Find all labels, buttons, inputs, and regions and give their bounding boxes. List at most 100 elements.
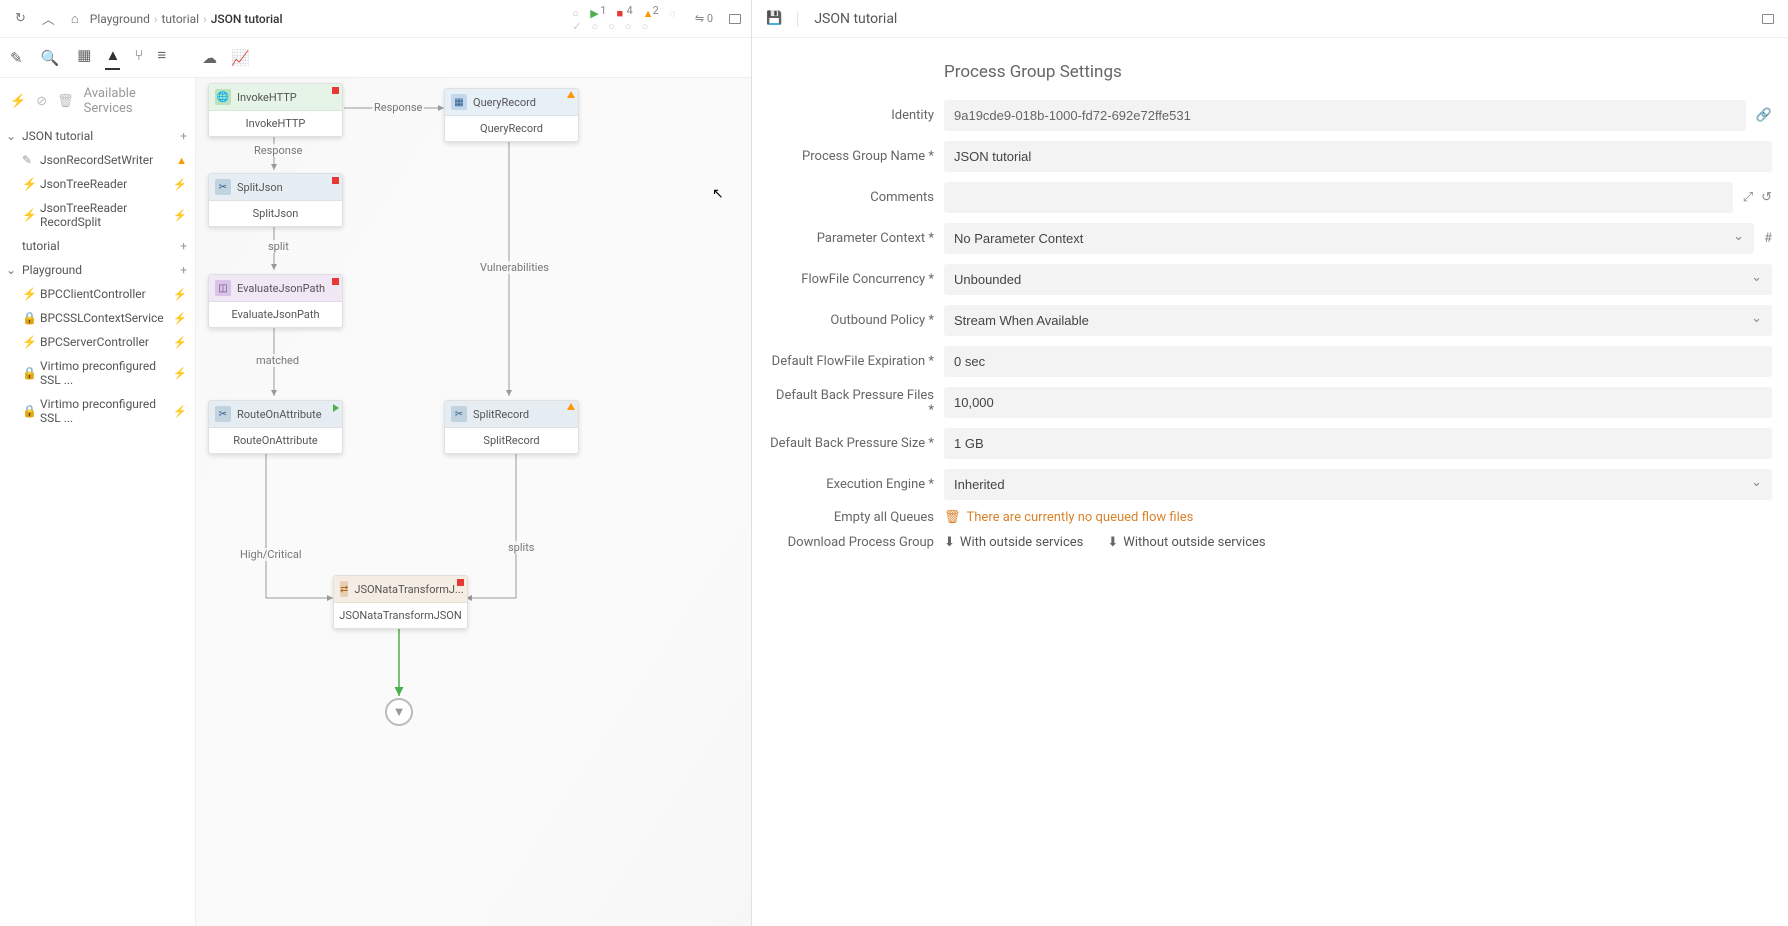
reset-icon[interactable]: ↺ <box>1761 190 1772 205</box>
label: Comments <box>768 190 934 205</box>
node-title: QueryRecord <box>473 96 536 109</box>
paramctx-select[interactable] <box>944 223 1754 254</box>
node-evaljsonpath[interactable]: ◫EvaluateJsonPath EvaluateJsonPath <box>208 274 343 328</box>
download-icon: ⬇ <box>1107 535 1118 550</box>
edit-icon[interactable]: ✎ <box>10 49 23 67</box>
stop-count: 4 <box>626 4 632 17</box>
table-icon[interactable]: ▦ <box>77 46 91 70</box>
row-download: Download Process Group ⬇With outside ser… <box>768 535 1772 550</box>
disable-icon[interactable]: ⊘ <box>36 94 47 109</box>
plus-icon[interactable]: + <box>180 263 187 277</box>
tree-item[interactable]: ⚡ BPCServerController ⚡ <box>0 330 195 354</box>
comments-input[interactable] <box>944 182 1733 213</box>
dim-icon: ✓ <box>572 20 581 33</box>
identity-input[interactable] <box>944 100 1746 131</box>
bolt-icon: ⚡ <box>22 287 34 301</box>
tree-item[interactable]: ⚡ JsonTreeReader RecordSplit ⚡ <box>0 196 195 234</box>
expand-icon[interactable]: ⤢ <box>1743 190 1753 205</box>
link-icon[interactable]: 🔗 <box>1756 108 1772 123</box>
node-queryrecord[interactable]: ▦ QueryRecord QueryRecord <box>444 88 579 142</box>
row-comments: Comments ⤢ ↺ <box>768 182 1772 213</box>
crumb-root[interactable]: Playground <box>90 12 150 26</box>
chevron-right-icon: › <box>203 12 207 26</box>
bolt-icon: ⚡ <box>173 405 187 418</box>
tree-item[interactable]: ⚡ JsonTreeReader ⚡ <box>0 172 195 196</box>
expiration-input[interactable] <box>944 346 1772 377</box>
label: Default Back Pressure Files <box>768 388 934 418</box>
breadcrumb: Playground › tutorial › JSON tutorial <box>90 12 283 26</box>
label: Outbound Policy <box>768 313 934 328</box>
download-with-link[interactable]: ⬇With outside services <box>944 535 1083 550</box>
tree-item[interactable]: 🔒 Virtimo preconfigured SSL ... ⚡ <box>0 392 195 430</box>
bolt-icon: ⚡ <box>22 177 34 191</box>
tree-group-json[interactable]: ⌄ JSON tutorial + <box>0 124 195 148</box>
play-icon: ▶ <box>590 7 598 15</box>
edge-label: Vulnerabilities <box>478 261 551 274</box>
crumb-mid[interactable]: tutorial <box>161 12 199 26</box>
tree-item[interactable]: 🔒 BPCSSLContextService ⚡ <box>0 306 195 330</box>
right-header: 💾 │ JSON tutorial <box>752 0 1788 38</box>
node-invokehttp[interactable]: 🌐InvokeHTTP InvokeHTTP <box>208 83 343 137</box>
node-body: JSONataTransformJSON <box>334 603 467 628</box>
node-splitjson[interactable]: ✂SplitJson SplitJson <box>208 173 343 227</box>
bolt-icon: ⚡ <box>173 336 187 349</box>
name-input[interactable] <box>944 141 1772 172</box>
trash-icon[interactable]: 🗑 <box>57 94 74 109</box>
node-jsonata[interactable]: ⇄JSONataTransformJ... JSONataTransformJS… <box>333 575 468 629</box>
crumb-leaf[interactable]: JSON tutorial <box>211 12 283 26</box>
toolbar: ✎ 🔍 ▦ ▲ ⑂ ≡ ☁ 📈 <box>0 38 751 78</box>
row-bpsize: Default Back Pressure Size <box>768 428 1772 459</box>
search-icon[interactable]: 🔍 <box>41 49 60 67</box>
sidebar-header: ⚡ ⊘ 🗑 Available Services <box>0 78 195 124</box>
cursor-icon: ↖ <box>712 186 724 202</box>
node-routeonattr[interactable]: ✂RouteOnAttribute RouteOnAttribute <box>208 400 343 454</box>
download-without-link[interactable]: ⬇Without outside services <box>1107 535 1265 550</box>
section-title: Process Group Settings <box>944 62 1772 82</box>
home-icon[interactable]: ⌂ <box>66 8 84 30</box>
node-splitrecord[interactable]: ✂SplitRecord SplitRecord <box>444 400 579 454</box>
tree-item[interactable]: ⚡ BPCClientController ⚡ <box>0 282 195 306</box>
canvas[interactable]: 🌐InvokeHTTP InvokeHTTP ▦ QueryRecord Quer… <box>196 78 751 926</box>
funnel-icon[interactable]: ▼ <box>385 698 413 726</box>
edge-label: splits <box>506 541 536 554</box>
tree-label: BPCServerController <box>40 335 149 349</box>
refresh-icon[interactable]: ↻ <box>10 8 31 29</box>
node-body: QueryRecord <box>445 116 578 141</box>
engine-select[interactable] <box>944 469 1772 500</box>
save-icon[interactable]: 💾 <box>766 11 782 26</box>
plus-icon[interactable]: + <box>180 129 187 143</box>
cloud-icon[interactable]: ☁ <box>202 49 217 67</box>
edge-label: matched <box>254 354 301 367</box>
tree-item[interactable]: 🔒 Virtimo preconfigured SSL ... ⚡ <box>0 354 195 392</box>
stop-icon <box>332 87 339 94</box>
up-icon[interactable]: ︿ <box>37 6 60 31</box>
node-title: SplitRecord <box>473 408 529 421</box>
bolt-icon: ⚡ <box>173 367 187 380</box>
branch-icon[interactable]: ⑂ <box>134 46 143 70</box>
bolt-icon[interactable]: ⚡ <box>10 94 26 109</box>
tree-group-playground[interactable]: ⌄ Playground + <box>0 258 195 282</box>
download-icon: ⬇ <box>944 535 955 550</box>
table-icon: ▦ <box>451 94 467 110</box>
warn-icon: ▲ <box>176 154 187 167</box>
tree-group-tutorial[interactable]: tutorial + <box>0 234 195 258</box>
window-icon[interactable] <box>729 14 741 24</box>
bpsize-input[interactable] <box>944 428 1772 459</box>
concurrency-select[interactable] <box>944 264 1772 295</box>
chevron-right-icon: › <box>154 12 158 26</box>
tree-item[interactable]: ✎ JsonRecordSetWriter ▲ <box>0 148 195 172</box>
edge-label: split <box>266 240 291 253</box>
stop-icon: ■ <box>616 7 624 15</box>
chart-icon[interactable]: 📈 <box>231 49 250 67</box>
warn-icon: ▲ <box>643 7 651 15</box>
row-identity: Identity 🔗 <box>768 100 1772 131</box>
edge-label: Response <box>252 144 304 157</box>
outbound-select[interactable] <box>944 305 1772 336</box>
tree-label: BPCClientController <box>40 287 146 301</box>
window-icon[interactable] <box>1762 14 1774 24</box>
plus-icon[interactable]: + <box>180 239 187 253</box>
group-icon[interactable]: ▲ <box>105 46 120 70</box>
list-icon[interactable]: ≡ <box>157 46 166 70</box>
bpfiles-input[interactable] <box>944 387 1772 418</box>
hash-icon[interactable]: # <box>1764 231 1772 246</box>
